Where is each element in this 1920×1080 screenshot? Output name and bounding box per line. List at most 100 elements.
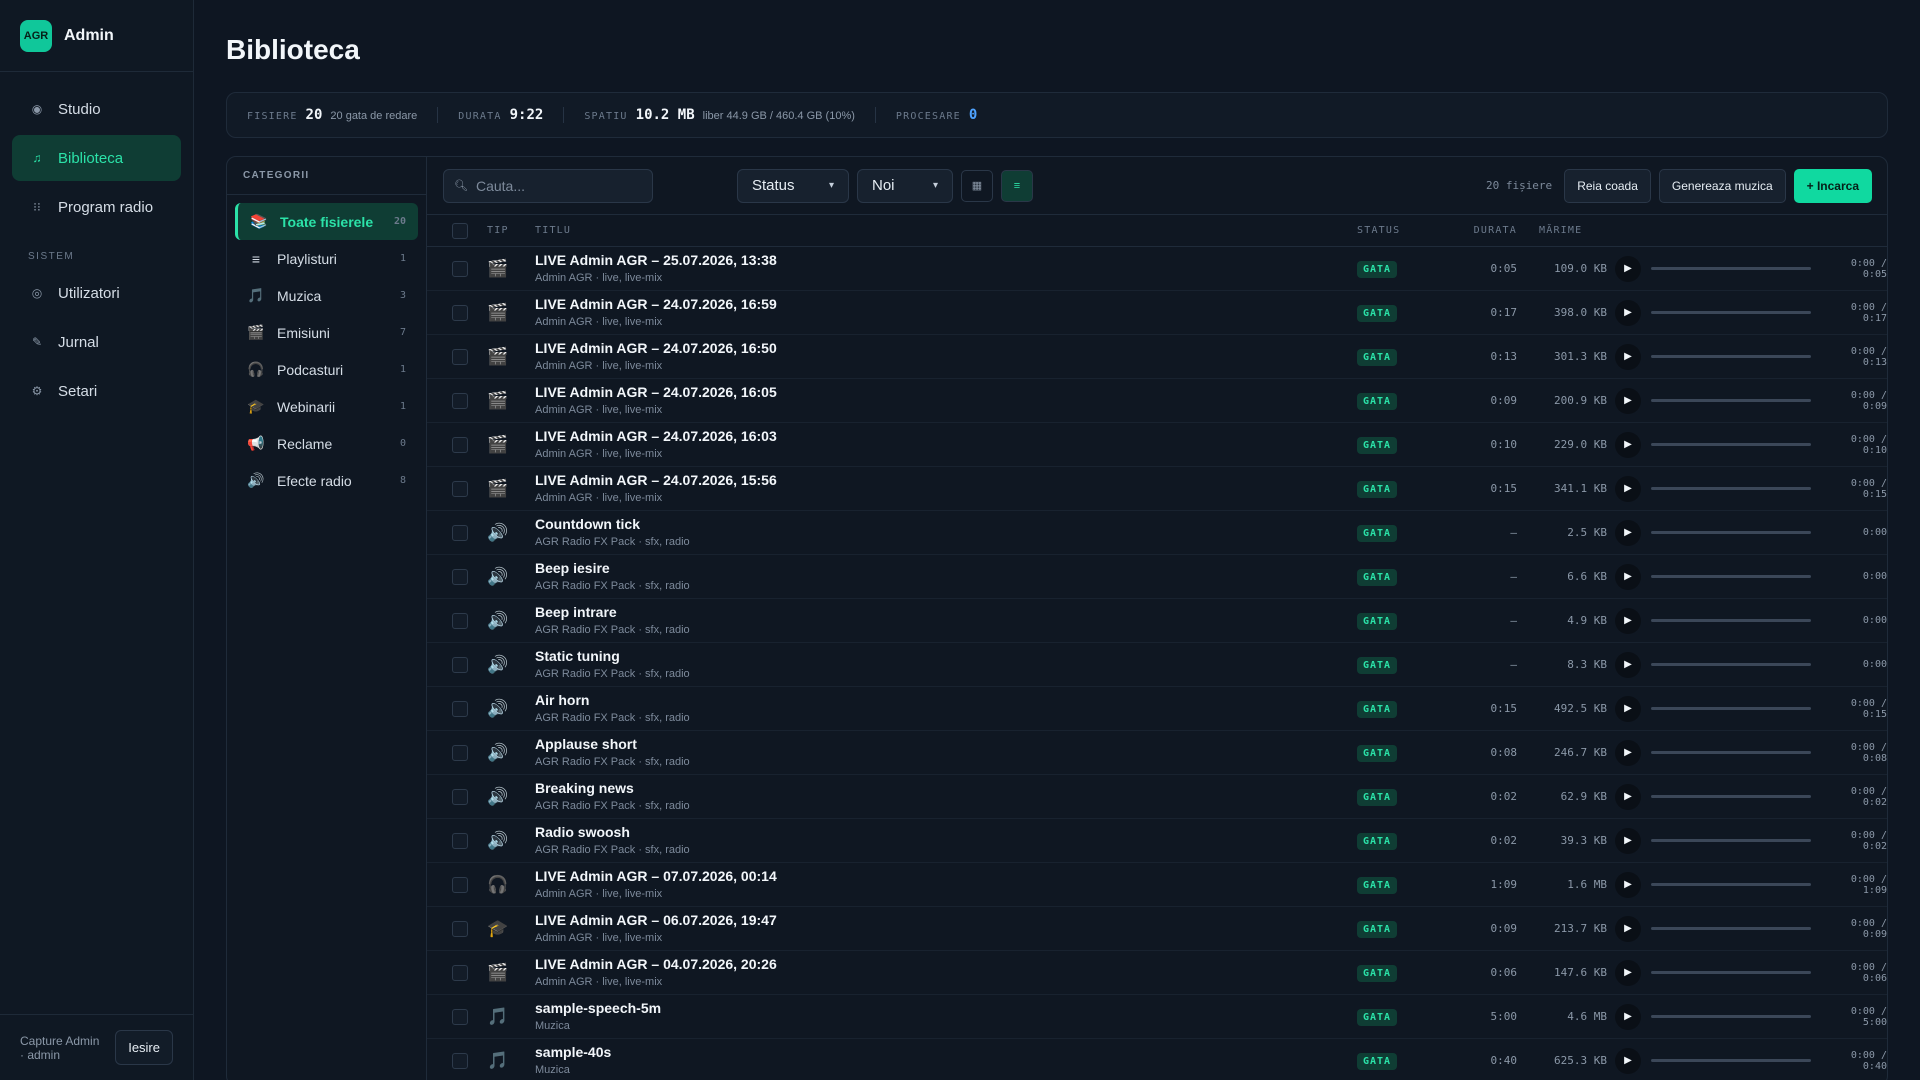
nav-item-studio[interactable]: ◉ Studio [12,86,181,132]
play-button[interactable]: ▶ [1615,827,1641,854]
row-checkbox[interactable] [452,436,468,453]
row-checkbox[interactable] [452,832,468,849]
table-row[interactable]: 🔊 Radio swoosh AGR Radio FX Pack · sfx, ra… [427,819,1887,863]
file-title[interactable]: Static tuning [535,648,1357,665]
play-button[interactable]: ▶ [1615,695,1641,722]
row-checkbox[interactable] [452,392,468,409]
brand[interactable]: AGR Admin [0,0,193,72]
seek-bar[interactable] [1651,839,1811,842]
seek-bar[interactable] [1651,531,1811,534]
file-title[interactable]: sample-40s [535,1044,1357,1061]
row-checkbox[interactable] [452,260,468,277]
category-item[interactable]: 📢 Reclame 0 [235,425,418,462]
nav-item-jurnal[interactable]: ✎ Jurnal [12,319,181,365]
seek-bar[interactable] [1651,795,1811,798]
col-status[interactable]: STATUS [1357,225,1457,236]
category-item[interactable]: 🎓 Webinarii 1 [235,388,418,425]
file-title[interactable]: sample-speech-5m [535,1000,1357,1017]
file-title[interactable]: Countdown tick [535,516,1357,533]
table-row[interactable]: 🔊 Beep iesire AGR Radio FX Pack · sfx, rad… [427,555,1887,599]
table-row[interactable]: 🎬 LIVE Admin AGR – 24.07.2026, 16:05 Admin… [427,379,1887,423]
table-row[interactable]: 🎬 LIVE Admin AGR – 25.07.2026, 13:38 Admin… [427,247,1887,291]
sort-select[interactable]: Noi ▾ [857,168,953,203]
seek-bar[interactable] [1651,267,1811,270]
seek-bar[interactable] [1651,883,1811,886]
row-checkbox[interactable] [452,964,468,981]
table-row[interactable]: 🔊 Static tuning AGR Radio FX Pack · sfx, r… [427,643,1887,687]
file-title[interactable]: LIVE Admin AGR – 24.07.2026, 15:56 [535,472,1357,489]
file-title[interactable]: Beep iesire [535,560,1357,577]
category-item[interactable]: ≡ Playlisturi 1 [235,240,418,277]
play-button[interactable]: ▶ [1615,739,1641,766]
category-item[interactable]: 🎵 Muzica 3 [235,277,418,314]
row-checkbox[interactable] [452,612,468,629]
generate-music-button[interactable]: Genereaza muzica [1658,168,1786,203]
table-row[interactable]: 🎬 LIVE Admin AGR – 24.07.2026, 15:56 Admin… [427,467,1887,511]
select-all-checkbox[interactable] [452,222,468,239]
row-checkbox[interactable] [452,348,468,365]
file-title[interactable]: LIVE Admin AGR – 24.07.2026, 16:50 [535,340,1357,357]
status-select[interactable]: Status ▾ [737,168,849,203]
play-button[interactable]: ▶ [1615,1003,1641,1030]
table-row[interactable]: 🔊 Breaking news AGR Radio FX Pack · sfx, r… [427,775,1887,819]
table-row[interactable]: 🎵 sample-40s Muzica GATA 0:40 625.3 KB ▶ 0:00 /… [427,1039,1887,1080]
row-checkbox[interactable] [452,700,468,717]
play-button[interactable]: ▶ [1615,387,1641,414]
list-view-button[interactable]: ≡ [1001,169,1033,202]
seek-bar[interactable] [1651,443,1811,446]
seek-bar[interactable] [1651,1015,1811,1018]
seek-bar[interactable] [1651,751,1811,754]
play-button[interactable]: ▶ [1615,915,1641,942]
table-row[interactable]: 🔊 Applause short AGR Radio FX Pack · sfx, … [427,731,1887,775]
row-checkbox[interactable] [452,480,468,497]
file-title[interactable]: LIVE Admin AGR – 24.07.2026, 16:03 [535,428,1357,445]
file-title[interactable]: Breaking news [535,780,1357,797]
file-title[interactable]: Radio swoosh [535,824,1357,841]
table-row[interactable]: 🎬 LIVE Admin AGR – 04.07.2026, 20:26 Admin… [427,951,1887,995]
file-title[interactable]: LIVE Admin AGR – 04.07.2026, 20:26 [535,956,1357,973]
upload-button[interactable]: + Incarca [1793,168,1872,203]
logout-button[interactable]: Iesire [115,1030,173,1065]
table-row[interactable]: 🔊 Beep intrare AGR Radio FX Pack · sfx, ra… [427,599,1887,643]
nav-item-utilizatori[interactable]: ◎ Utilizatori [12,270,181,316]
table-row[interactable]: 🎓 LIVE Admin AGR – 06.07.2026, 19:47 Admin… [427,907,1887,951]
row-checkbox[interactable] [452,1008,468,1025]
file-title[interactable]: Applause short [535,736,1357,753]
row-checkbox[interactable] [452,1052,468,1069]
row-checkbox[interactable] [452,524,468,541]
seek-bar[interactable] [1651,355,1811,358]
row-checkbox[interactable] [452,568,468,585]
table-row[interactable]: 🎬 LIVE Admin AGR – 24.07.2026, 16:59 Admin… [427,291,1887,335]
play-button[interactable]: ▶ [1615,431,1641,458]
file-title[interactable]: LIVE Admin AGR – 25.07.2026, 13:38 [535,252,1357,269]
file-title[interactable]: Beep intrare [535,604,1357,621]
seek-bar[interactable] [1651,707,1811,710]
row-checkbox[interactable] [452,876,468,893]
table-row[interactable]: 🔊 Air horn AGR Radio FX Pack · sfx, radio G… [427,687,1887,731]
play-button[interactable]: ▶ [1615,563,1641,590]
nav-item-biblioteca[interactable]: ♫ Biblioteca [12,135,181,181]
file-title[interactable]: LIVE Admin AGR – 06.07.2026, 19:47 [535,912,1357,929]
search-box[interactable]: 🔍︎ [443,168,653,203]
nav-item-program-radio[interactable]: ⁝⁝ Program radio [12,184,181,230]
play-button[interactable]: ▶ [1615,255,1641,282]
table-row[interactable]: 🎧 LIVE Admin AGR – 07.07.2026, 00:14 Admin… [427,863,1887,907]
play-button[interactable]: ▶ [1615,519,1641,546]
file-title[interactable]: LIVE Admin AGR – 24.07.2026, 16:59 [535,296,1357,313]
grid-view-button[interactable]: ▦ [961,169,993,202]
category-item[interactable]: 🔊 Efecte radio 8 [235,462,418,499]
play-button[interactable]: ▶ [1615,475,1641,502]
play-button[interactable]: ▶ [1615,651,1641,678]
seek-bar[interactable] [1651,663,1811,666]
seek-bar[interactable] [1651,399,1811,402]
row-checkbox[interactable] [452,744,468,761]
col-title[interactable]: TITLU [535,225,1357,236]
seek-bar[interactable] [1651,927,1811,930]
retry-queue-button[interactable]: Reia coada [1564,168,1651,203]
category-item[interactable]: 🎧 Podcasturi 1 [235,351,418,388]
play-button[interactable]: ▶ [1615,607,1641,634]
table-row[interactable]: 🎬 LIVE Admin AGR – 24.07.2026, 16:03 Admin… [427,423,1887,467]
seek-bar[interactable] [1651,619,1811,622]
table-row[interactable]: 🎵 sample-speech-5m Muzica GATA 5:00 4.6 MB ▶ 0:… [427,995,1887,1039]
play-button[interactable]: ▶ [1615,871,1641,898]
